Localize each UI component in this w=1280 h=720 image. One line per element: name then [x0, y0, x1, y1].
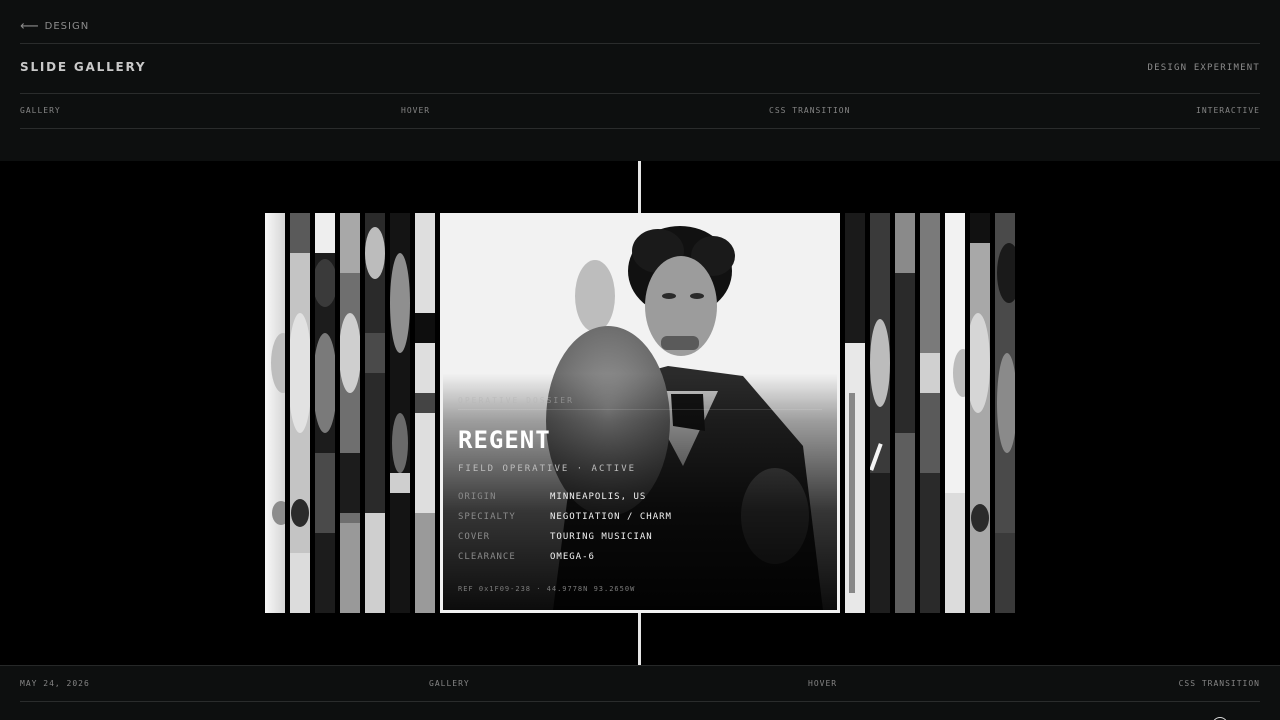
- gallery-strip[interactable]: [895, 213, 915, 613]
- back-link[interactable]: ⟵ DESIGN: [20, 18, 89, 34]
- divider: [20, 43, 1260, 44]
- divider: [20, 701, 1260, 702]
- dossier-value: MINNEAPOLIS, US: [550, 492, 647, 502]
- tag-css-transition: CSS TRANSITION: [1178, 679, 1260, 688]
- featured-slide[interactable]: OPERATIVE DOSSIER REGENT FIELD OPERATIVE…: [440, 213, 840, 613]
- tag-css-transition: CSS TRANSITION: [769, 106, 851, 115]
- footer-date: MAY 24, 2026: [20, 679, 90, 688]
- tag-hover: HOVER: [401, 106, 431, 115]
- gallery-strip[interactable]: [365, 213, 385, 613]
- gallery-strip[interactable]: [315, 213, 335, 613]
- dossier-subtitle: FIELD OPERATIVE · ACTIVE: [458, 464, 637, 474]
- dossier-key: COVER: [458, 532, 491, 542]
- gallery-strip[interactable]: [390, 213, 410, 613]
- arrow-left-icon: ⟵: [20, 18, 40, 34]
- gallery-stage: OPERATIVE DOSSIER REGENT FIELD OPERATIVE…: [0, 161, 1280, 665]
- footer-tag-row: MAY 24, 2026 GALLERY HOVER CSS TRANSITIO…: [20, 679, 1260, 691]
- dossier-value: NEGOTIATION / CHARM: [550, 512, 672, 522]
- divider: [20, 128, 1260, 129]
- gallery-strip[interactable]: [945, 213, 965, 613]
- divider: [20, 93, 1260, 94]
- header-tag-row: GALLERY HOVER CSS TRANSITION INTERACTIVE: [20, 106, 1260, 118]
- dossier-value: TOURING MUSICIAN: [550, 532, 653, 542]
- center-axis-bottom: [638, 613, 641, 665]
- dossier-value: OMEGA-6: [550, 552, 595, 562]
- dossier-name: REGENT: [458, 426, 551, 454]
- page-title: SLIDE GALLERY: [20, 60, 147, 74]
- tag-interactive: INTERACTIVE: [1196, 106, 1260, 115]
- dossier-panel: OPERATIVE DOSSIER REGENT FIELD OPERATIVE…: [458, 396, 822, 610]
- dossier-reference: REF 0x1F09-238 · 44.9778N 93.2650W: [458, 585, 636, 593]
- gallery-strip[interactable]: [415, 213, 435, 613]
- back-link-label: DESIGN: [44, 20, 90, 32]
- page-footer: MAY 24, 2026 GALLERY HOVER CSS TRANSITIO…: [0, 665, 1280, 720]
- gallery-strip[interactable]: [340, 213, 360, 613]
- gallery-strip[interactable]: [995, 213, 1015, 613]
- tag-gallery: GALLERY: [20, 106, 61, 115]
- gallery-strip[interactable]: [845, 213, 865, 613]
- gallery-strip[interactable]: [970, 213, 990, 613]
- gallery-strip[interactable]: [870, 213, 890, 613]
- tag-hover: HOVER: [808, 679, 838, 688]
- tag-gallery: GALLERY: [429, 679, 470, 688]
- gallery-strip[interactable]: [920, 213, 940, 613]
- gallery-strip[interactable]: [290, 213, 310, 613]
- page-kicker: DESIGN EXPERIMENT: [1147, 63, 1260, 73]
- divider: [458, 409, 822, 410]
- dossier-key: CLEARANCE: [458, 552, 516, 562]
- gallery-strip[interactable]: [265, 213, 285, 613]
- dossier-key: SPECIALTY: [458, 512, 516, 522]
- dossier-key: ORIGIN: [458, 492, 497, 502]
- page-header: ⟵ DESIGN SLIDE GALLERY DESIGN EXPERIMENT…: [0, 0, 1280, 161]
- dossier-kicker: OPERATIVE DOSSIER: [458, 396, 574, 405]
- center-axis-top: [638, 161, 641, 213]
